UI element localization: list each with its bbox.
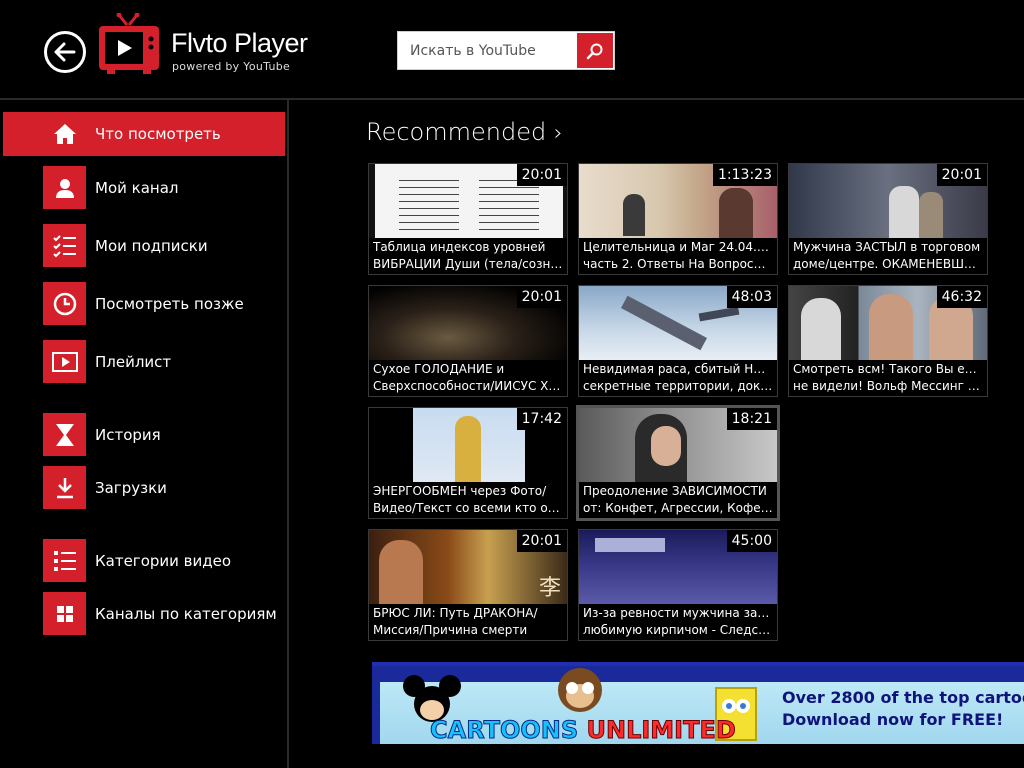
sidebar-item-history[interactable]: История — [0, 413, 287, 457]
sidebar-item-label: История — [95, 426, 161, 444]
video-title: Сухое ГОЛОДАНИЕ и Сверхспособности/ИИСУС … — [369, 360, 567, 396]
user-icon — [43, 166, 86, 209]
video-tile[interactable]: 20:01 Таблица индексов уровней ВИБРАЦИИ Д… — [368, 163, 568, 275]
section-title-label: Recommended — [366, 118, 547, 146]
search-box — [397, 31, 615, 70]
sidebar-item-label: Плейлист — [95, 353, 172, 371]
hourglass-icon — [43, 413, 86, 456]
video-title: Смотреть всм! Такого Вы еще не видели! Во… — [789, 360, 987, 396]
arrow-left-icon — [54, 42, 76, 62]
video-tile[interactable]: 1:13:23 Целительница и Маг 24.04.2015 час… — [578, 163, 778, 275]
list-icon — [43, 539, 86, 582]
search-button[interactable] — [577, 33, 613, 68]
sidebar-item-downloads[interactable]: Загрузки — [0, 466, 287, 510]
sidebar-item-subscriptions[interactable]: Мои подписки — [0, 224, 287, 268]
sidebar-item-channels-by-category[interactable]: Каналы по категориям — [0, 592, 287, 636]
video-title: Таблица индексов уровней ВИБРАЦИИ Души (т… — [369, 238, 567, 274]
video-tile[interactable]: 20:01 Сухое ГОЛОДАНИЕ и Сверхспособности/… — [368, 285, 568, 397]
grid-icon — [43, 592, 86, 635]
sidebar-item-label: Мой канал — [95, 179, 179, 197]
sidebar-item-what-to-watch[interactable]: Что посмотреть — [3, 112, 285, 156]
video-tile[interactable]: 18:21 Преодоление ЗАВИСИМОСТИ от: Конфет,… — [576, 405, 780, 521]
video-duration: 20:01 — [936, 164, 987, 186]
sidebar-item-label: Что посмотреть — [95, 125, 221, 143]
video-title: БРЮС ЛИ: Путь ДРАКОНА/Миссия/Причина сме… — [369, 604, 567, 640]
sidebar-divider — [287, 100, 289, 768]
app-title: Flvto Player — [171, 28, 308, 58]
video-tile[interactable]: 20:01 Мужчина ЗАСТЫЛ в торговом доме/цент… — [788, 163, 988, 275]
video-title: Преодоление ЗАВИСИМОСТИ от: Конфет, Агрес… — [579, 482, 777, 518]
video-title: Мужчина ЗАСТЫЛ в торговом доме/центре. ОК… — [789, 238, 987, 274]
back-button[interactable] — [44, 31, 86, 73]
video-duration: 20:01 — [516, 286, 567, 308]
ad-banner[interactable]: CARTOONS UNLIMITED Over 2800 of the top … — [372, 662, 1024, 744]
video-title: Из-за ревности мужчина забил любимую кирп… — [579, 604, 777, 640]
checklist-icon — [43, 224, 86, 267]
sidebar-item-my-channel[interactable]: Мой канал — [0, 166, 287, 210]
video-tile[interactable]: 46:32 Смотреть всм! Такого Вы еще не виде… — [788, 285, 988, 397]
video-duration: 45:00 — [726, 530, 777, 552]
ad-text: Over 2800 of the top cartoons Download n… — [782, 688, 1024, 729]
sidebar-item-playlist[interactable]: Плейлист — [0, 340, 287, 384]
video-duration: 20:01 — [516, 164, 567, 186]
search-input[interactable] — [398, 32, 577, 69]
clock-icon — [43, 282, 86, 325]
video-duration: 46:32 — [936, 286, 987, 308]
sidebar-item-video-categories[interactable]: Категории видео — [0, 539, 287, 583]
video-duration: 1:13:23 — [713, 164, 777, 186]
video-duration: 18:21 — [726, 408, 777, 430]
sidebar-item-label: Каналы по категориям — [95, 605, 277, 623]
home-icon — [43, 112, 86, 155]
search-icon — [586, 43, 603, 59]
video-title: Целительница и Маг 24.04.2015 часть 2. От… — [579, 238, 777, 274]
download-icon — [43, 466, 86, 509]
sidebar-item-watch-later[interactable]: Посмотреть позже — [0, 282, 287, 326]
sidebar-item-label: Загрузки — [95, 479, 167, 497]
section-title[interactable]: Recommended › — [366, 118, 563, 146]
ad-brand-logo: CARTOONS UNLIMITED — [429, 716, 736, 745]
sidebar-item-label: Категории видео — [95, 552, 232, 570]
chevron-right-icon: › — [553, 121, 563, 146]
video-duration: 17:42 — [516, 408, 567, 430]
app-subtitle: powered by YouTube — [172, 60, 291, 73]
playlist-icon — [43, 340, 86, 383]
video-title: Невидимая раса, сбитый НЛО, секретные тер… — [579, 360, 777, 396]
sidebar-item-label: Мои подписки — [95, 237, 208, 255]
video-duration: 20:01 — [516, 530, 567, 552]
video-title: ЭНЕРГООБМЕН через Фото/Видео/Текст со вс… — [369, 482, 567, 518]
video-tile[interactable]: 17:42 ЭНЕРГООБМЕН через Фото/Видео/Текст… — [368, 407, 568, 519]
sidebar-item-label: Посмотреть позже — [95, 295, 244, 313]
tv-logo-icon — [99, 13, 159, 74]
video-duration: 48:03 — [726, 286, 777, 308]
video-tile[interactable]: 45:00 Из-за ревности мужчина забил любиму… — [578, 529, 778, 641]
video-tile[interactable]: 李 20:01 БРЮС ЛИ: Путь ДРАКОНА/Миссия/При… — [368, 529, 568, 641]
header-divider — [0, 98, 1024, 100]
video-tile[interactable]: 48:03 Невидимая раса, сбитый НЛО, секретн… — [578, 285, 778, 397]
